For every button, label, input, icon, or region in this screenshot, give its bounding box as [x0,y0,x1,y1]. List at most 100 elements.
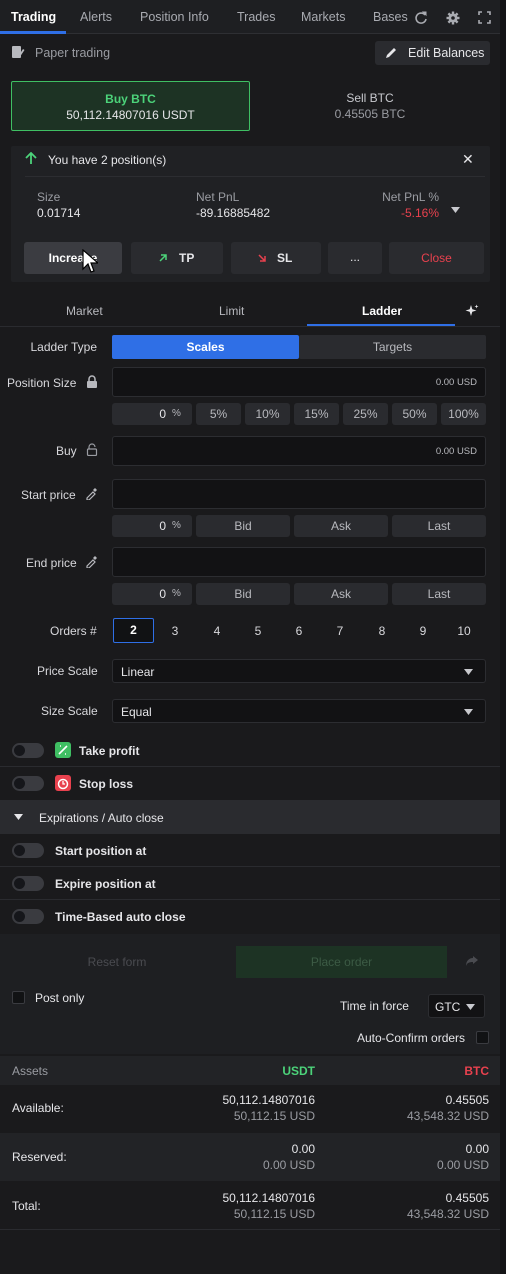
total-btc-usd: 43,548.32 USD [406,1207,489,1221]
scales-label: Scales [186,340,225,354]
start-price-input[interactable] [112,479,486,509]
end-ask-button[interactable]: Ask [294,583,388,605]
eyedropper-icon[interactable] [85,487,98,500]
sell-side-balance: 0.45505 BTC [334,107,406,121]
share-icon[interactable] [465,955,479,967]
sell-side-label: Sell BTC [346,91,394,105]
end-bid-button[interactable]: Bid [196,583,290,605]
time-based-label: Time-Based auto close [55,910,186,924]
start-last-button[interactable]: Last [392,515,486,537]
buy-amount-value: 0.00 USD [435,446,477,457]
post-only-checkbox[interactable] [12,991,25,1004]
refresh-icon[interactable] [414,0,428,34]
tab-bases[interactable]: Bases [373,0,408,34]
end-price-input[interactable] [112,547,486,577]
btc-column-header: BTC [464,1064,489,1078]
gear-icon[interactable] [446,0,460,34]
percent-25-button[interactable]: 25% [343,403,388,425]
percent-icon: % [172,520,181,531]
fullscreen-icon[interactable] [478,0,491,34]
reset-form-button[interactable]: Reset form [14,946,220,978]
place-order-label: Place order [310,955,373,969]
expire-position-at-toggle[interactable] [12,876,44,891]
size-label: Size [37,190,61,204]
more-actions-button[interactable]: ... [328,242,382,274]
position-size-label: Position Size [7,376,77,390]
start-position-at-label: Start position at [55,844,147,858]
place-order-button[interactable]: Place order [236,946,447,978]
price-scale-select[interactable]: Linear [112,659,486,683]
time-in-force-select[interactable]: GTC [428,994,485,1018]
tab-markets[interactable]: Markets [301,0,345,34]
size-value: 0.01714 [37,206,81,220]
orders-option-4[interactable]: 4 [204,624,230,638]
stop-loss-icon [55,775,71,791]
edit-balances-button[interactable]: Edit Balances [375,41,490,65]
percent-15-button[interactable]: 15% [294,403,339,425]
orders-option-9[interactable]: 9 [410,624,436,638]
orders-option-10[interactable]: 10 [451,624,477,638]
size-scale-label: Size Scale [41,704,98,718]
end-last-button[interactable]: Last [392,583,486,605]
reserved-usdt-usd: 0.00 USD [262,1158,315,1172]
orders-option-3[interactable]: 3 [162,624,188,638]
eyedropper-icon[interactable] [85,555,98,568]
orders-option-8[interactable]: 8 [369,624,395,638]
percent-10-button[interactable]: 10% [245,403,290,425]
divider [0,899,500,900]
sparkle-icon[interactable] [465,304,479,318]
orders-option-6[interactable]: 6 [286,624,312,638]
percent-50-button[interactable]: 50% [392,403,437,425]
unlock-icon[interactable] [86,443,98,456]
arrow-up-right-icon [159,254,167,262]
start-bid-button[interactable]: Bid [196,515,290,537]
increase-button[interactable]: Increase [24,242,122,274]
tab-trading[interactable]: Trading [11,0,56,34]
start-ask-button[interactable]: Ask [294,515,388,537]
stop-loss-button[interactable]: SL [231,242,321,274]
ladder-type-targets[interactable]: Targets [299,335,486,359]
tab-market[interactable]: Market [66,304,103,318]
stop-loss-label: Stop loss [79,777,134,791]
position-size-input[interactable]: 0.00 USD [112,367,486,397]
auto-confirm-label: Auto-Confirm orders [357,1031,466,1045]
orders-count-label: Orders # [50,624,97,638]
position-size-value: 0.00 USD [435,377,477,388]
expire-position-at-label: Expire position at [55,877,156,891]
buy-label: Buy [56,444,77,458]
tab-limit[interactable]: Limit [219,304,244,318]
tab-ladder[interactable]: Ladder [362,304,402,318]
close-position-button[interactable]: Close [389,242,484,274]
orders-option-7[interactable]: 7 [327,624,353,638]
percent-icon: % [172,408,181,419]
orders-option-5[interactable]: 5 [245,624,271,638]
lock-icon[interactable] [86,375,98,388]
stop-loss-toggle[interactable] [12,776,44,791]
ladder-type-scales[interactable]: Scales [112,335,299,359]
scrollbar[interactable] [500,0,506,1274]
size-scale-select[interactable]: Equal [112,699,486,723]
table-row [0,1133,500,1181]
start-position-at-toggle[interactable] [12,843,44,858]
expirations-section-header[interactable]: Expirations / Auto close [0,800,500,834]
take-profit-toggle[interactable] [12,743,44,758]
time-based-toggle[interactable] [12,909,44,924]
take-profit-button[interactable]: TP [131,242,223,274]
buy-side-button[interactable]: Buy BTC 50,112.14807016 USDT [11,81,250,131]
chevron-down-icon [466,1004,475,1010]
orders-option-2[interactable]: 2 [113,618,154,643]
available-label: Available: [12,1101,64,1115]
tab-alerts[interactable]: Alerts [80,0,112,34]
tab-position-info[interactable]: Position Info [140,0,209,34]
end-offset-value: 0 [159,587,166,601]
caret-down-icon[interactable] [451,202,460,216]
buy-amount-input[interactable]: 0.00 USD [112,436,486,466]
percent-5-button[interactable]: 5% [196,403,241,425]
close-icon[interactable]: ✕ [462,152,474,166]
assets-label: Assets [12,1064,49,1078]
active-tab-indicator [0,31,66,34]
sell-side-button[interactable]: Sell BTC 0.45505 BTC [250,81,490,131]
tab-trades[interactable]: Trades [237,0,275,34]
percent-100-button[interactable]: 100% [441,403,486,425]
auto-confirm-checkbox[interactable] [476,1031,489,1044]
